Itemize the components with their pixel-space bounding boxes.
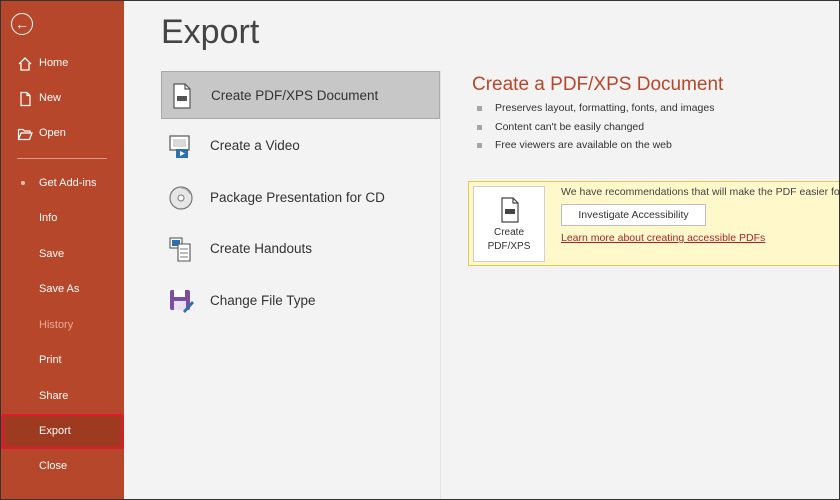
bullet-text: Free viewers are available on the web xyxy=(495,139,672,151)
sidebar: ← Home New Open Get Add-ins Info Save Sa… xyxy=(1,1,124,499)
main-pane: Export Create PDF/XPS Document Create a … xyxy=(125,1,840,499)
export-highlight-box xyxy=(2,414,123,449)
bullet-icon xyxy=(477,106,482,111)
option-label: Change File Type xyxy=(210,293,316,308)
option-package-cd[interactable]: Package Presentation for CD xyxy=(161,174,440,222)
sidebar-item-close[interactable]: Close xyxy=(1,451,124,483)
create-tile-label: Create xyxy=(493,227,524,238)
option-label: Package Presentation for CD xyxy=(210,190,385,205)
dot-icon xyxy=(21,181,25,185)
handouts-icon xyxy=(169,237,191,262)
sidebar-item-save-as[interactable]: Save As xyxy=(1,274,124,306)
sidebar-item-history: History xyxy=(1,310,124,342)
cd-icon xyxy=(169,186,193,210)
pdf-doc-icon xyxy=(173,83,191,109)
learn-more-link[interactable]: Learn more about creating accessible PDF… xyxy=(561,232,765,244)
option-label: Create PDF/XPS Document xyxy=(211,88,379,103)
sidebar-item-open[interactable]: Open xyxy=(1,118,124,150)
sidebar-item-label: Save As xyxy=(39,283,80,295)
create-pdf-xps-button[interactable]: Create PDF/XPS xyxy=(473,186,545,262)
sidebar-item-share[interactable]: Share xyxy=(1,381,124,413)
page-title: Export xyxy=(161,13,260,51)
sidebar-item-label: Info xyxy=(39,212,58,224)
investigate-accessibility-button[interactable]: Investigate Accessibility xyxy=(561,204,706,226)
create-tile-label: PDF/XPS xyxy=(487,241,531,252)
sidebar-item-print[interactable]: Print xyxy=(1,345,124,377)
video-icon xyxy=(169,135,190,158)
sidebar-item-info[interactable]: Info xyxy=(1,203,124,235)
option-label: Create Handouts xyxy=(210,241,313,256)
sidebar-divider xyxy=(17,158,107,159)
sidebar-item-home[interactable]: Home xyxy=(1,48,124,80)
pane-divider xyxy=(440,71,441,499)
new-doc-icon xyxy=(20,91,31,107)
sidebar-item-label: History xyxy=(39,319,74,331)
back-arrow-icon[interactable]: ← xyxy=(11,13,33,35)
option-label: Create a Video xyxy=(210,138,300,153)
option-create-video[interactable]: Create a Video xyxy=(161,122,440,170)
bullet-icon xyxy=(477,143,482,148)
sidebar-item-save[interactable]: Save xyxy=(1,239,124,271)
option-create-handouts[interactable]: Create Handouts xyxy=(161,225,440,273)
sidebar-item-label: Open xyxy=(39,127,66,139)
sidebar-item-new[interactable]: New xyxy=(1,83,124,115)
panel-title: Create a PDF/XPS Document xyxy=(472,74,724,95)
sidebar-item-get-add-ins[interactable]: Get Add-ins xyxy=(1,168,124,200)
option-create-pdf-xps[interactable]: Create PDF/XPS Document xyxy=(161,71,440,119)
recommendation-text: We have recommendations that will make t… xyxy=(561,186,840,198)
option-change-file-type[interactable]: Change File Type xyxy=(161,277,440,325)
sidebar-item-label: Close xyxy=(39,460,68,472)
sidebar-item-label: Home xyxy=(39,57,69,69)
accessibility-notice: Create PDF/XPS We have recommendations t… xyxy=(468,181,840,266)
home-icon xyxy=(18,57,32,71)
backstage-window: ← Home New Open Get Add-ins Info Save Sa… xyxy=(0,0,840,500)
sidebar-item-label: Print xyxy=(39,354,62,366)
sidebar-item-label: Get Add-ins xyxy=(39,177,97,189)
bullet-text: Preserves layout, formatting, fonts, and… xyxy=(495,102,715,114)
sidebar-item-label: New xyxy=(39,92,62,104)
file-type-icon xyxy=(170,290,194,313)
bullet-text: Content can't be easily changed xyxy=(495,121,645,133)
sidebar-item-label: Save xyxy=(39,248,65,260)
sidebar-item-label: Share xyxy=(39,390,69,402)
bullet-icon xyxy=(477,125,482,130)
pdf-doc-icon xyxy=(501,197,519,223)
folder-icon xyxy=(17,128,33,141)
